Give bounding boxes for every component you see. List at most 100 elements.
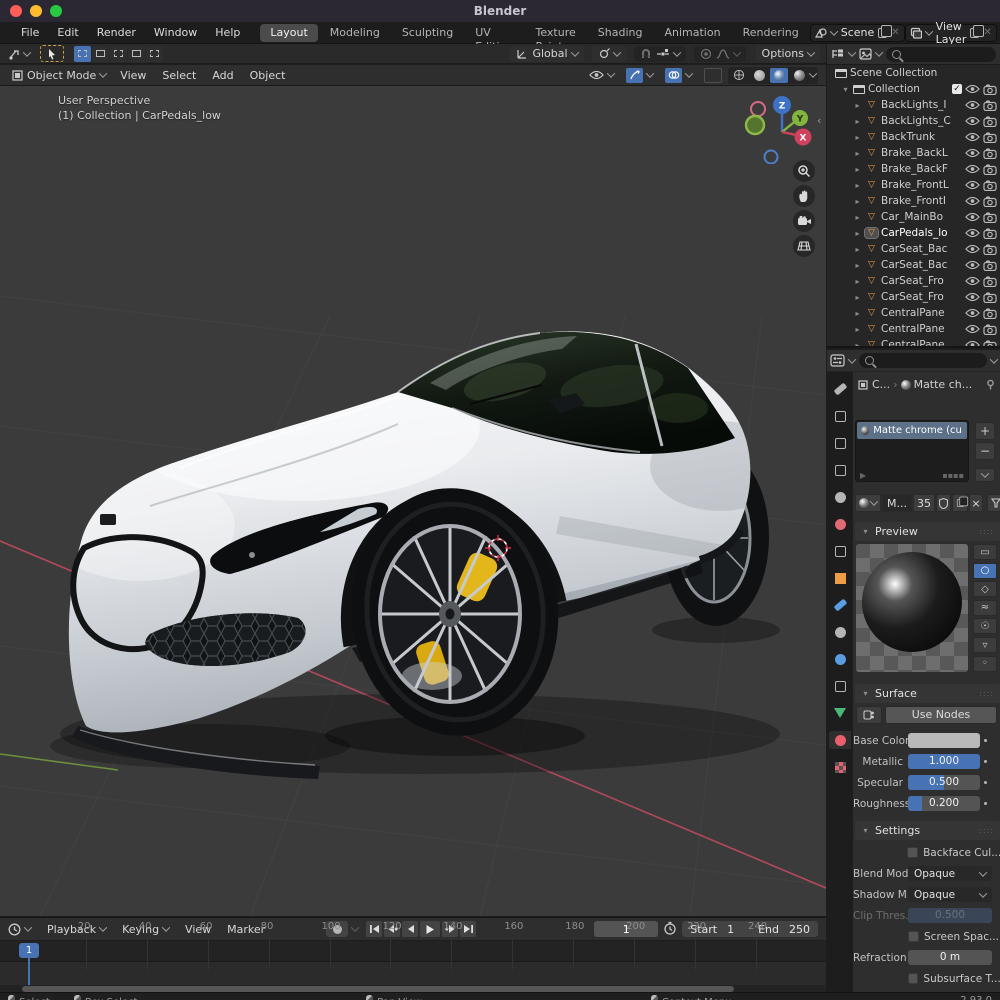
display-mode-icon[interactable]	[859, 48, 872, 60]
preview-fluid[interactable]: ◦	[973, 656, 997, 672]
preview-monkey[interactable]: ☉	[973, 618, 997, 634]
view-layer[interactable]	[829, 461, 851, 479]
object-visibility-dropdown[interactable]	[583, 67, 620, 83]
outliner-object-row[interactable]: ▸ ▽ BackTrunk	[827, 129, 1000, 145]
gizmo-axis-neg-x[interactable]	[751, 102, 765, 116]
hide-in-viewport-eye-icon[interactable]	[965, 324, 980, 334]
workspace-tab[interactable]: Modeling	[320, 24, 390, 42]
disable-in-renders-camera-icon[interactable]	[983, 164, 997, 175]
disclosure-closed-icon[interactable]: ▸	[853, 309, 862, 318]
disclosure-closed-icon[interactable]: ▸	[853, 181, 862, 190]
timeline-ruler[interactable]	[0, 941, 826, 961]
falloff-curve-icon[interactable]	[716, 48, 730, 60]
disclosure-closed-icon[interactable]: ▸	[853, 325, 862, 334]
disclosure-closed-icon[interactable]: ▸	[853, 277, 862, 286]
disable-in-renders-camera-icon[interactable]	[983, 260, 997, 271]
outliner-object-row[interactable]: ▸ ▽ CarSeat_Fro	[827, 289, 1000, 305]
data[interactable]	[829, 704, 851, 722]
material-filter-button[interactable]	[987, 494, 1000, 512]
chevron-down-icon[interactable]	[848, 355, 856, 363]
camera-view-button[interactable]	[793, 210, 815, 232]
viewport-3d[interactable]: User Perspective (1) Collection | CarPed…	[0, 86, 826, 916]
roughness-slider[interactable]: 0.200	[908, 796, 980, 811]
new-scene-icon[interactable]	[878, 28, 887, 38]
preview-sphere[interactable]: ○	[973, 563, 997, 579]
menu-item[interactable]: Window	[145, 22, 206, 44]
use-nodes-button[interactable]: Use Nodes	[885, 706, 997, 724]
material-users-count[interactable]: 35	[913, 494, 935, 512]
specular-slider[interactable]: 0.500	[908, 775, 980, 790]
pin-icon[interactable]	[985, 379, 996, 390]
disable-in-renders-camera-icon[interactable]	[983, 324, 997, 335]
disable-in-renders-camera-icon[interactable]	[983, 308, 997, 319]
hide-in-viewport-eye-icon[interactable]	[965, 100, 980, 110]
disclosure-closed-icon[interactable]: ▸	[853, 245, 862, 254]
hide-in-viewport-eye-icon[interactable]	[965, 244, 980, 254]
timeline-menu-item[interactable]: Playback	[39, 923, 114, 936]
disclosure-closed-icon[interactable]: ▶	[860, 471, 866, 480]
outliner-object-row[interactable]: ▸ ▽ Brake_BackL	[827, 145, 1000, 161]
xray-toggle[interactable]	[704, 68, 722, 83]
disclosure-closed-icon[interactable]: ▸	[853, 293, 862, 302]
new-material-button[interactable]	[952, 494, 968, 512]
outliner-object-row[interactable]: ▸ ▽ CentralPane	[827, 321, 1000, 337]
select-mode-subtract[interactable]	[110, 46, 127, 62]
outliner-object-row[interactable]: ▸ ▽ CentralPane	[827, 337, 1000, 348]
render[interactable]	[829, 407, 851, 425]
hide-in-viewport-eye-icon[interactable]	[965, 116, 980, 126]
navigation-gizmo[interactable]: Z Y X	[744, 92, 816, 164]
chevron-down-icon[interactable]	[672, 48, 680, 56]
remove-material-slot-button[interactable]: −	[975, 442, 995, 460]
disclosure-closed-icon[interactable]: ▸	[853, 117, 862, 126]
collection[interactable]	[829, 542, 851, 560]
disclosure-closed-icon[interactable]: ▸	[853, 101, 862, 110]
material-slot-list[interactable]: Matte chrome (cu... ▶▪▪▪▪	[855, 420, 969, 482]
outliner-collection-row[interactable]: ▾ Collection ✓	[827, 81, 1000, 97]
outliner-object-row[interactable]: ▸ ▽ Car_MainBo	[827, 209, 1000, 225]
zoom-view-button[interactable]	[793, 160, 815, 182]
playhead-line[interactable]	[28, 958, 30, 985]
active-tool-selector[interactable]	[6, 46, 32, 62]
outliner-object-row[interactable]: ▸ ▽ CarPedals_lo	[827, 225, 1000, 241]
shading-solid-button[interactable]	[750, 68, 768, 83]
metallic-slider[interactable]: 1.000	[908, 754, 980, 769]
preview-flat[interactable]: ▭	[973, 544, 997, 560]
disclosure-closed-icon[interactable]: ▸	[853, 149, 862, 158]
gizmo-axis-neg-y[interactable]	[746, 116, 764, 134]
disclosure-closed-icon[interactable]: ▸	[853, 213, 862, 222]
breadcrumb-material[interactable]: Matte ch...	[914, 378, 973, 391]
properties-search-input[interactable]	[859, 353, 987, 368]
hide-in-viewport-eye-icon[interactable]	[965, 308, 980, 318]
modifiers[interactable]	[829, 596, 851, 614]
gizmos-toggle[interactable]	[620, 67, 659, 83]
output[interactable]	[829, 434, 851, 452]
chevron-down-icon[interactable]	[990, 355, 998, 363]
chevron-down-icon[interactable]	[732, 48, 740, 56]
menu-item[interactable]: Edit	[48, 22, 87, 44]
base-color-swatch[interactable]	[908, 733, 980, 748]
hide-in-viewport-eye-icon[interactable]	[965, 180, 980, 190]
animate-dot[interactable]	[984, 802, 987, 805]
hide-in-viewport-eye-icon[interactable]	[965, 228, 980, 238]
physics[interactable]	[829, 650, 851, 668]
shading-rendered-button[interactable]	[790, 68, 808, 83]
disable-in-renders-camera-icon[interactable]	[983, 132, 997, 143]
shadow-mode-dropdown[interactable]: Opaque	[908, 887, 992, 902]
disable-in-renders-camera-icon[interactable]	[983, 212, 997, 223]
object-mode-dropdown[interactable]: Object Mode	[6, 67, 112, 83]
hide-in-viewport-eye-icon[interactable]	[965, 148, 980, 158]
fake-user-shield-icon[interactable]	[936, 494, 951, 512]
menu-item[interactable]: File	[12, 22, 48, 44]
properties-editor-icon[interactable]	[830, 354, 845, 367]
outliner-scene-collection-row[interactable]: Scene Collection	[827, 65, 1000, 81]
tool[interactable]	[829, 380, 851, 398]
select-mode-invert[interactable]	[128, 46, 145, 62]
disable-in-renders-camera-icon[interactable]	[983, 196, 997, 207]
outliner-object-row[interactable]: ▸ ▽ BackLights_I	[827, 97, 1000, 113]
outliner-object-row[interactable]: ▸ ▽ CarSeat_Bac	[827, 241, 1000, 257]
workspace-tab[interactable]: UV Editing	[465, 24, 523, 42]
menu-item[interactable]: Render	[88, 22, 145, 44]
menu-item[interactable]: Help	[206, 22, 249, 44]
viewport-menu-item[interactable]: Select	[154, 69, 204, 82]
disclosure-closed-icon[interactable]: ▸	[853, 197, 862, 206]
